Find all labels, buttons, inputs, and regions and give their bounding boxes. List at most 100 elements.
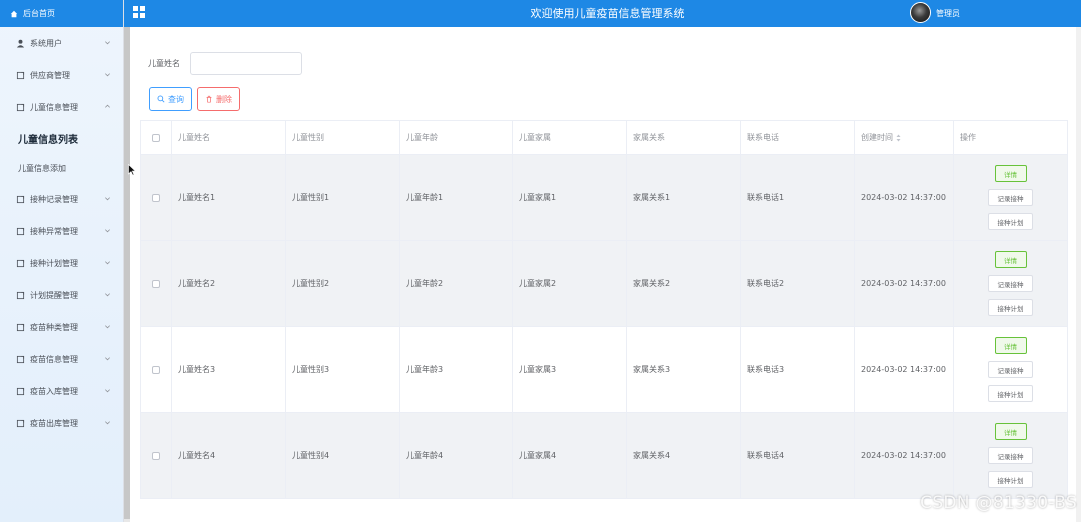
filter-label: 儿童姓名 [148,59,180,68]
document-icon [16,291,25,299]
sidebar-item-label: 计划提醒管理 [30,290,78,300]
cell-created: 2024-03-02 14:37:00 [854,240,954,327]
cell-name: 儿童姓名4 [171,412,286,499]
cell-age: 儿童年龄1 [399,154,513,241]
cell-actions: 详情 记录接种 接种计划 [953,412,1068,499]
cell-family: 儿童家属2 [512,240,627,327]
sidebar-subitem-label: 儿童信息添加 [18,163,66,173]
sidebar-item-plan-reminders[interactable]: 计划提醒管理 [0,279,123,311]
select-all-checkbox[interactable] [152,133,160,142]
cell-name: 儿童姓名3 [171,326,286,413]
sidebar-item-vaccination-anomalies[interactable]: 接种异常管理 [0,215,123,247]
sidebar-item-users[interactable]: 系统用户 [0,27,123,59]
sidebar-scrollbar[interactable] [124,27,130,522]
sidebar-subitem-child-add[interactable]: 儿童信息添加 [0,153,123,183]
main-scrollbar[interactable] [1076,27,1081,522]
select-all-cell[interactable] [140,120,172,155]
sidebar-item-vaccination-records[interactable]: 接种记录管理 [0,183,123,215]
home-icon [10,10,18,17]
sidebar-item-suppliers[interactable]: 供应商管理 [0,59,123,91]
cell-family: 儿童家属4 [512,412,627,499]
cell-created: 2024-03-02 14:37:00 [854,326,954,413]
child-name-input[interactable] [190,52,302,75]
sidebar-item-vaccine-outbound[interactable]: 疫苗出库管理 [0,407,123,439]
cell-relation: 家属关系2 [626,240,741,327]
sidebar-item-label: 供应商管理 [30,70,70,80]
cell-relation: 家属关系1 [626,154,741,241]
delete-button[interactable]: 删除 [197,87,240,111]
user-name[interactable]: 管理员 [936,0,960,27]
column-header: 操作 [953,120,1068,155]
search-icon [157,95,165,103]
vaccination-plan-button[interactable]: 接种计划 [988,471,1033,488]
row-checkbox[interactable] [152,451,160,460]
sort-icon[interactable] [896,134,901,142]
document-icon [16,419,25,427]
table-row: 儿童姓名4 儿童性别4 儿童年龄4 儿童家属4 家属关系4 联系电话4 2024… [140,412,1068,499]
table-row: 儿童姓名1 儿童性别1 儿童年龄1 儿童家属1 家属关系1 联系电话1 2024… [140,154,1068,241]
sidebar-item-vaccination-plans[interactable]: 接种计划管理 [0,247,123,279]
cell-created: 2024-03-02 14:37:00 [854,154,954,241]
row-checkbox[interactable] [152,193,160,202]
detail-button[interactable]: 详情 [994,165,1027,182]
record-vaccination-button[interactable]: 记录接种 [988,189,1033,206]
chevron-up-icon [105,104,110,108]
sidebar-item-label: 疫苗信息管理 [30,354,78,364]
document-icon [16,387,25,395]
sidebar-home[interactable]: 后台首页 [0,0,123,27]
table-row: 儿童姓名3 儿童性别3 儿童年龄3 儿童家属3 家属关系3 联系电话3 2024… [140,326,1068,413]
cell-actions: 详情 记录接种 接种计划 [953,154,1068,241]
vaccination-plan-button[interactable]: 接种计划 [988,385,1033,402]
table-row: 儿童姓名2 儿童性别2 儿童年龄2 儿童家属2 家属关系2 联系电话2 2024… [140,240,1068,327]
cell-actions: 详情 记录接种 接种计划 [953,240,1068,327]
document-icon [16,195,25,203]
cell-age: 儿童年龄2 [399,240,513,327]
sidebar: 后台首页 系统用户 供应商管理 儿童信息管理 儿童信息列表 儿童信息添加 接种记… [0,0,124,522]
detail-button[interactable]: 详情 [994,251,1027,268]
watermark: CSDN @81330-BS [920,493,1077,513]
delete-button-label: 删除 [216,94,232,104]
cell-gender: 儿童性别4 [285,412,400,499]
row-select-cell[interactable] [140,326,172,413]
row-select-cell[interactable] [140,412,172,499]
vaccination-plan-button[interactable]: 接种计划 [988,213,1033,230]
sidebar-item-vaccine-info[interactable]: 疫苗信息管理 [0,343,123,375]
record-vaccination-button[interactable]: 记录接种 [988,447,1033,464]
search-button[interactable]: 查询 [149,87,192,111]
column-header-created[interactable]: 创建时间 [854,120,954,155]
sidebar-item-vaccine-types[interactable]: 疫苗种类管理 [0,311,123,343]
sidebar-item-children[interactable]: 儿童信息管理 [0,91,123,123]
vaccination-plan-button[interactable]: 接种计划 [988,299,1033,316]
document-icon [16,227,25,235]
row-select-cell[interactable] [140,240,172,327]
sidebar-item-label: 接种异常管理 [30,226,78,236]
scrollbar-thumb[interactable] [124,27,130,519]
record-vaccination-button[interactable]: 记录接种 [988,361,1033,378]
sidebar-item-label: 系统用户 [30,38,62,48]
chevron-down-icon [105,197,110,201]
mouse-cursor-icon [128,164,136,176]
cell-name: 儿童姓名2 [171,240,286,327]
sidebar-item-vaccine-inbound[interactable]: 疫苗入库管理 [0,375,123,407]
cell-created: 2024-03-02 14:37:00 [854,412,954,499]
document-icon [16,103,25,111]
column-header-label: 创建时间 [861,133,893,142]
row-select-cell[interactable] [140,154,172,241]
cell-actions: 详情 记录接种 接种计划 [953,326,1068,413]
row-checkbox[interactable] [152,279,160,288]
detail-button[interactable]: 详情 [994,337,1027,354]
top-bar: 欢迎使用儿童疫苗信息管理系统 管理员 [124,0,1081,27]
column-header: 联系电话 [740,120,855,155]
avatar[interactable] [910,2,931,23]
record-vaccination-button[interactable]: 记录接种 [988,275,1033,292]
row-checkbox[interactable] [152,365,160,374]
chevron-down-icon [105,261,110,265]
sidebar-item-label: 疫苗出库管理 [30,418,78,428]
table-header-row: 儿童姓名 儿童性别 儿童年龄 儿童家属 家属关系 联系电话 创建时间 操作 [140,120,1068,155]
detail-button[interactable]: 详情 [994,423,1027,440]
cell-phone: 联系电话4 [740,412,855,499]
sidebar-subitem-child-list[interactable]: 儿童信息列表 [0,123,123,153]
column-header: 儿童年龄 [399,120,513,155]
sidebar-item-label: 疫苗种类管理 [30,322,78,332]
children-table: 儿童姓名 儿童性别 儿童年龄 儿童家属 家属关系 联系电话 创建时间 操作 儿童… [140,120,1068,499]
